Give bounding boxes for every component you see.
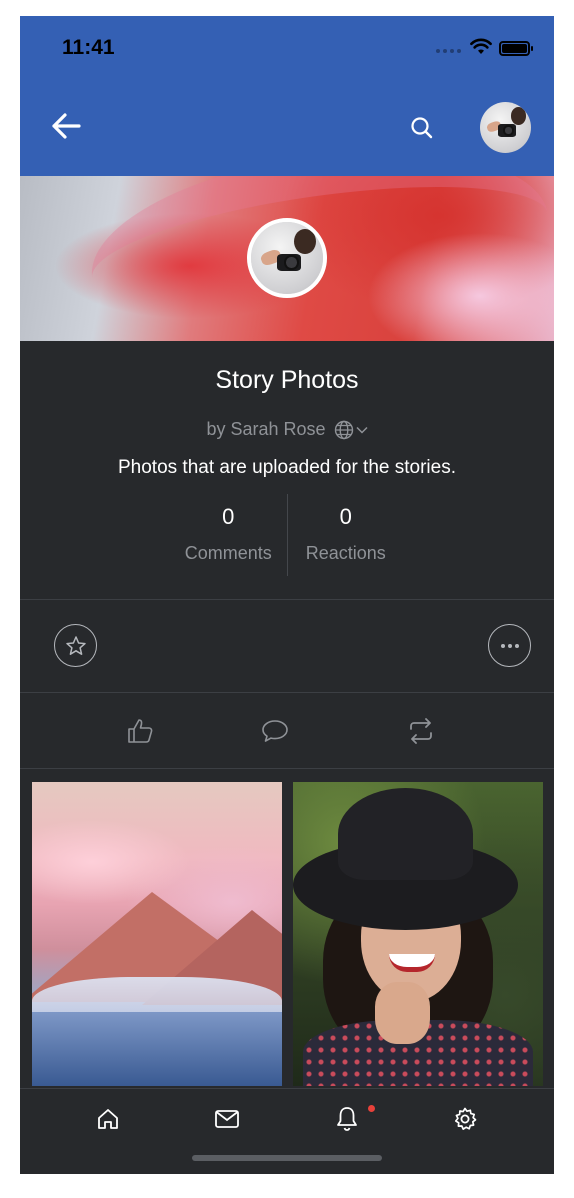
more-icon [500,643,519,648]
like-button[interactable] [120,714,160,748]
battery-icon [499,41,533,56]
more-button[interactable] [488,624,531,667]
comment-icon [262,720,288,742]
home-icon [98,1109,118,1129]
status-time: 11:41 [62,36,115,59]
album-avatar [247,218,327,298]
comment-button[interactable] [255,714,295,748]
mail-icon [215,1110,239,1128]
back-button[interactable] [46,108,86,144]
chevron-down-icon [356,426,368,434]
album-stats: 0 Comments 0 Reactions [170,494,404,576]
tab-settings[interactable] [447,1103,483,1135]
star-icon [65,635,86,655]
tab-home[interactable] [90,1103,126,1135]
app-header: 11:41 [20,16,554,176]
divider [20,599,554,600]
globe-icon [334,420,353,439]
signal-icon [436,49,461,53]
reactions-stat[interactable]: 0 Reactions [288,494,405,576]
user-avatar[interactable] [480,102,531,153]
reactions-label: Reactions [305,543,386,563]
tab-messages[interactable] [209,1103,245,1135]
divider [20,692,554,693]
tab-notifications[interactable] [329,1103,365,1135]
arrow-left-icon [52,113,81,139]
repost-icon [410,718,432,744]
comments-count: 0 [222,504,235,529]
search-button[interactable] [406,112,438,144]
author-name[interactable]: by Sarah Rose [206,419,325,440]
wifi-icon [470,38,492,54]
album-description: Photos that are uploaded for the stories… [118,457,456,478]
photo-mountain[interactable] [32,782,282,1086]
comments-label: Comments [184,543,272,563]
home-indicator[interactable] [192,1155,382,1161]
favorite-button[interactable] [54,624,97,667]
tab-bar [20,1088,554,1174]
phone-screen: 11:41 Story Photos by Sarah Rose Photos … [20,16,554,1174]
notification-dot [368,1105,375,1112]
photo-woman-hat[interactable] [293,782,543,1086]
reactions-count: 0 [339,504,352,529]
gear-icon [454,1107,477,1130]
privacy-selector[interactable] [334,420,368,440]
comments-stat[interactable]: 0 Comments [170,494,287,576]
search-icon [411,117,433,139]
bell-icon [337,1107,357,1131]
divider [20,768,554,769]
thumbs-up-icon [128,719,153,743]
album-byline: by Sarah Rose [20,419,554,440]
share-button[interactable] [401,714,441,748]
album-title: Story Photos [215,366,359,394]
